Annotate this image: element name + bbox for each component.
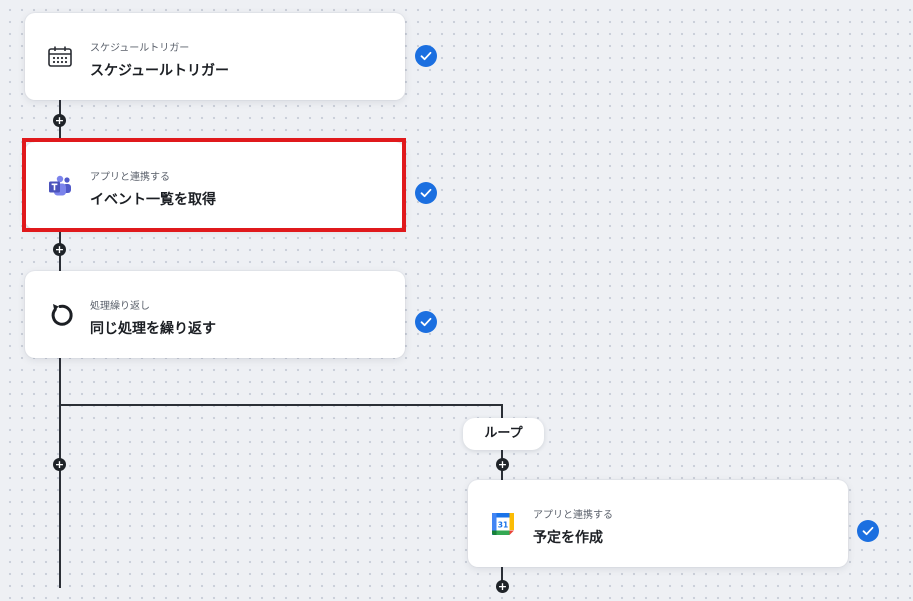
step-card-create-event[interactable]: 31 アプリと連携する 予定を作成 — [468, 480, 848, 567]
add-step-button[interactable]: + — [53, 458, 66, 471]
add-step-button[interactable]: + — [53, 243, 66, 256]
step-card-loop[interactable]: 処理繰り返し 同じ処理を繰り返す — [25, 271, 405, 358]
loop-icon — [45, 300, 75, 330]
step-card-schedule-trigger[interactable]: スケジュールトリガー スケジュールトリガー — [25, 13, 405, 100]
loop-label-pill[interactable]: ループ — [463, 418, 544, 450]
svg-text:31: 31 — [498, 520, 508, 529]
step-type-label: スケジュールトリガー — [90, 43, 190, 54]
step-title: スケジュールトリガー — [90, 63, 230, 79]
loop-branch-line — [59, 404, 503, 406]
microsoft-teams-icon — [45, 171, 75, 201]
step-title: 同じ処理を繰り返す — [90, 321, 216, 337]
add-step-button[interactable]: + — [53, 114, 66, 127]
step-title: イベント一覧を取得 — [90, 192, 216, 208]
check-icon — [415, 45, 437, 67]
check-icon — [415, 311, 437, 333]
calendar-clock-icon — [45, 42, 75, 72]
step-type-label: アプリと連携する — [90, 172, 170, 183]
step-type-label: 処理繰り返し — [90, 301, 150, 312]
add-step-button[interactable]: + — [496, 580, 509, 593]
connector-line — [59, 358, 61, 588]
google-calendar-icon: 31 — [488, 509, 518, 539]
workflow-canvas: + + + + + スケジュールトリガー スケジュールトリガー アプリと連携する… — [0, 0, 913, 601]
step-card-get-events[interactable]: アプリと連携する イベント一覧を取得 — [25, 142, 405, 229]
check-icon — [857, 520, 879, 542]
check-icon — [415, 182, 437, 204]
step-type-label: アプリと連携する — [533, 510, 613, 521]
add-step-button[interactable]: + — [496, 458, 509, 471]
step-title: 予定を作成 — [533, 530, 603, 546]
